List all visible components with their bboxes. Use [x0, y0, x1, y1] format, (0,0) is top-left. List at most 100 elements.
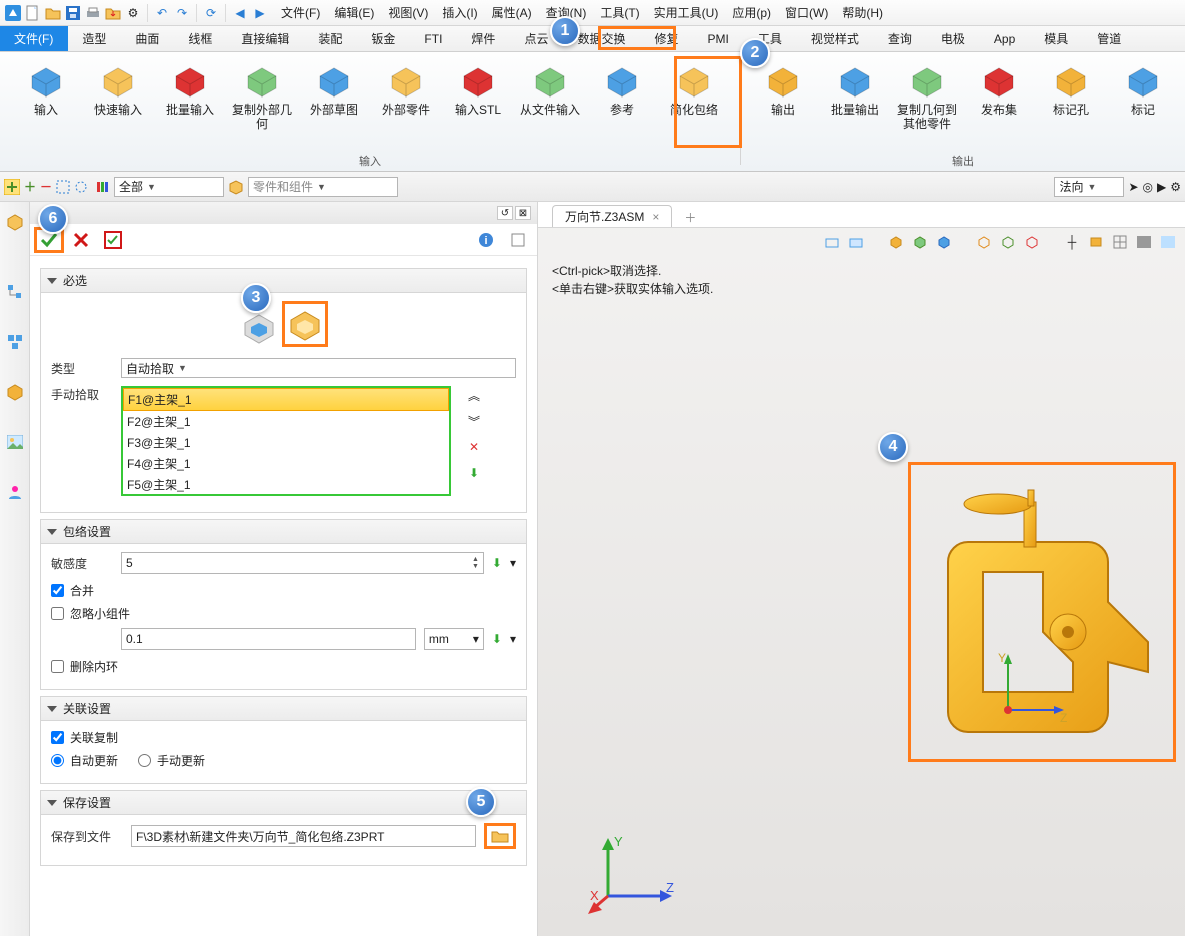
- small-unit-combo[interactable]: mm▾: [424, 628, 484, 650]
- save-icon[interactable]: [64, 4, 82, 22]
- viewport[interactable]: 万向节.Z3ASM× ＋ ┼ <Ctrl-pick>取消选择. <单击右键>获取…: [538, 202, 1185, 936]
- section-envelope-header[interactable]: 包络设置: [41, 520, 526, 544]
- ribbon-item[interactable]: 外部草图: [299, 56, 369, 134]
- merge-checkbox[interactable]: [51, 584, 64, 597]
- vt-wire1[interactable]: [975, 233, 993, 251]
- pick-item[interactable]: F2@主架_1: [123, 411, 449, 432]
- new-entity-icon[interactable]: [4, 179, 20, 195]
- color-bars-icon[interactable]: [96, 180, 110, 194]
- ribbon-item[interactable]: 输入: [11, 56, 81, 134]
- small-value-input[interactable]: 0.1: [121, 628, 416, 650]
- auto-update-radio[interactable]: [51, 754, 64, 767]
- section-assoc-header[interactable]: 关联设置: [41, 697, 526, 721]
- pick-listbox[interactable]: F1@主架_1F2@主架_1F3@主架_1F4@主架_1F5@主架_1: [121, 386, 451, 496]
- vtab-user-icon[interactable]: [5, 482, 25, 502]
- ribbon-tab[interactable]: 曲面: [121, 26, 174, 51]
- ribbon-item[interactable]: 参考: [587, 56, 657, 134]
- play-icon[interactable]: ▶: [1157, 180, 1166, 194]
- ribbon-tab[interactable]: 查询: [874, 26, 927, 51]
- save-path-input[interactable]: F\3D素材\新建文件夹\万向节_简化包络.Z3PRT: [131, 825, 476, 847]
- expand-icon[interactable]: [503, 227, 533, 253]
- ribbon-tab[interactable]: 视觉样式: [797, 26, 874, 51]
- ribbon-tab[interactable]: PMI: [693, 26, 743, 51]
- refresh-icon[interactable]: ⟳: [202, 4, 220, 22]
- menu-item[interactable]: 应用(p): [732, 4, 771, 21]
- ribbon-item[interactable]: 标记: [1108, 56, 1178, 134]
- manual-update-radio[interactable]: [138, 754, 151, 767]
- mode-manual-icon[interactable]: [282, 301, 328, 347]
- doc-tab-active[interactable]: 万向节.Z3ASM×: [552, 205, 672, 227]
- ribbon-tab[interactable]: 焊件: [457, 26, 510, 51]
- ribbon-item[interactable]: 复制几何到其他零件: [892, 56, 962, 134]
- ribbon-tab[interactable]: 直接编辑: [227, 26, 304, 51]
- vtab-part-icon[interactable]: [5, 382, 25, 402]
- ribbon-tab[interactable]: 钣金: [357, 26, 410, 51]
- info-icon[interactable]: i: [471, 227, 501, 253]
- ribbon-item[interactable]: 发布集: [964, 56, 1034, 134]
- vt-grid-icon[interactable]: [1111, 233, 1129, 251]
- new-icon[interactable]: [24, 4, 42, 22]
- small-more-icon[interactable]: ▾: [510, 632, 516, 646]
- cancel-button[interactable]: [66, 227, 96, 253]
- pick-apply-icon[interactable]: ⬇: [465, 464, 483, 482]
- vt-cube2[interactable]: [911, 233, 929, 251]
- apply-button[interactable]: [98, 227, 128, 253]
- pick-up-icon[interactable]: ︽: [465, 386, 483, 404]
- menu-item[interactable]: 编辑(E): [334, 4, 374, 21]
- box-icon[interactable]: [228, 179, 244, 195]
- menu-item[interactable]: 窗口(W): [785, 4, 828, 21]
- prev-icon[interactable]: ◀: [231, 4, 249, 22]
- ribbon-tab[interactable]: 管道: [1083, 26, 1136, 51]
- pick-item[interactable]: F1@主架_1: [123, 388, 449, 411]
- redo-icon[interactable]: ↷: [173, 4, 191, 22]
- ribbon-item[interactable]: 输出: [748, 56, 818, 134]
- ribbon-item[interactable]: 外部零件: [371, 56, 441, 134]
- browse-button[interactable]: [484, 823, 516, 849]
- ribbon-tab[interactable]: 修复: [640, 26, 693, 51]
- new-tab-button[interactable]: ＋: [680, 207, 700, 227]
- ribbon-item[interactable]: 输入STL: [443, 56, 513, 134]
- vtab-tree-icon[interactable]: [5, 282, 25, 302]
- delete-inner-checkbox[interactable]: [51, 660, 64, 673]
- menu-item[interactable]: 工具(T): [600, 4, 639, 21]
- ribbon-tab[interactable]: 造型: [68, 26, 121, 51]
- target-icon[interactable]: ◎: [1143, 180, 1153, 194]
- filter-combo-normal[interactable]: 法向▼: [1054, 177, 1124, 197]
- ribbon-item[interactable]: 批量输入: [155, 56, 225, 134]
- vtab-envelope-icon[interactable]: [5, 212, 25, 232]
- vt-i2[interactable]: [847, 233, 865, 251]
- ribbon-tab[interactable]: 线框: [174, 26, 227, 51]
- mode-auto-icon[interactable]: [239, 307, 279, 347]
- gear-icon[interactable]: ⚙: [1170, 180, 1181, 194]
- settings-icon[interactable]: ⚙: [124, 4, 142, 22]
- ribbon-item[interactable]: 从文件输入: [515, 56, 585, 134]
- vt-wire3[interactable]: [1023, 233, 1041, 251]
- small-apply-icon[interactable]: ⬇: [492, 632, 502, 646]
- ribbon-item[interactable]: 标记孔: [1036, 56, 1106, 134]
- menu-item[interactable]: 插入(I): [442, 4, 477, 21]
- import-icon[interactable]: [104, 4, 122, 22]
- section-save-header[interactable]: 保存设置 5: [41, 791, 526, 815]
- vt-color1[interactable]: [1135, 233, 1153, 251]
- ribbon-tab[interactable]: 文件(F): [0, 26, 68, 51]
- vtab-image-icon[interactable]: [5, 432, 25, 452]
- select-circle-icon[interactable]: [74, 180, 88, 194]
- sensitivity-more-icon[interactable]: ▾: [510, 556, 516, 570]
- close-tab-icon[interactable]: ×: [652, 210, 659, 224]
- pick-remove-icon[interactable]: ✕: [465, 438, 483, 456]
- panel-pin-icon[interactable]: ⊠: [515, 206, 531, 220]
- select-dashed-icon[interactable]: [56, 180, 70, 194]
- type-combo[interactable]: 自动拾取▼: [121, 358, 516, 378]
- ribbon-item[interactable]: 批量输出: [820, 56, 890, 134]
- ribbon-item[interactable]: 简化包络: [659, 56, 729, 134]
- menu-item[interactable]: 帮助(H): [842, 4, 883, 21]
- menu-item[interactable]: 属性(A): [492, 4, 532, 21]
- pick-item[interactable]: F4@主架_1: [123, 453, 449, 474]
- minus-icon[interactable]: －: [40, 178, 52, 195]
- vt-cube1[interactable]: [887, 233, 905, 251]
- sensitivity-apply-icon[interactable]: ⬇: [492, 556, 502, 570]
- menu-item[interactable]: 文件(F): [281, 4, 320, 21]
- assoc-copy-checkbox[interactable]: [51, 731, 64, 744]
- vt-i1[interactable]: [823, 233, 841, 251]
- ribbon-tab[interactable]: App: [980, 26, 1030, 51]
